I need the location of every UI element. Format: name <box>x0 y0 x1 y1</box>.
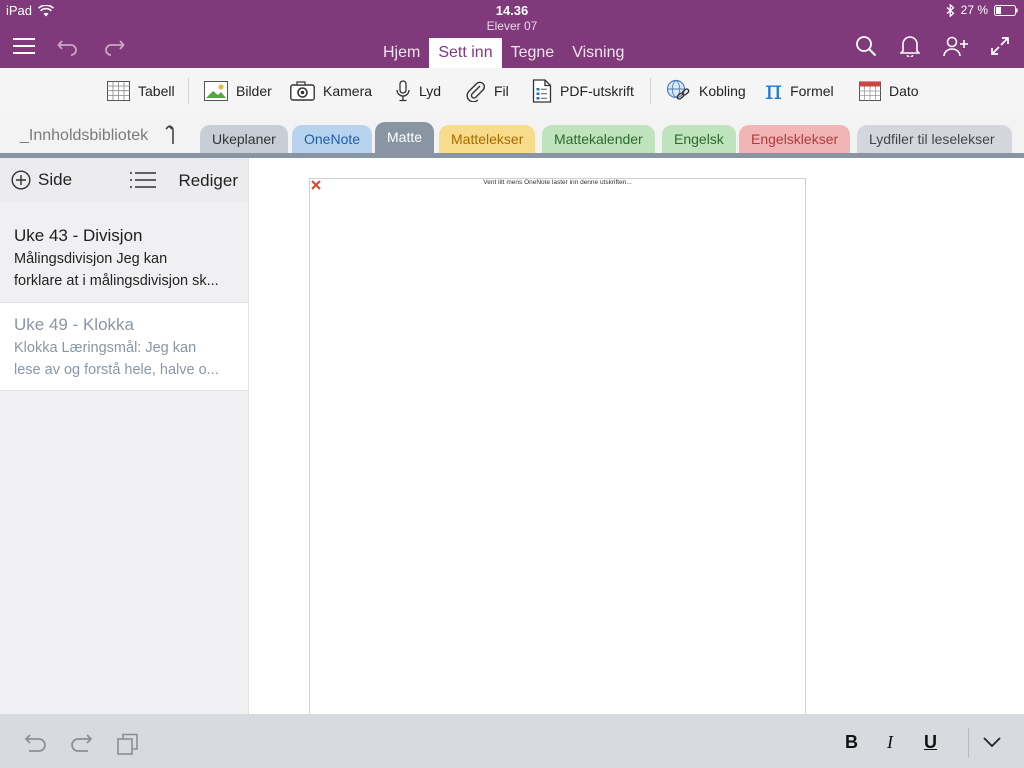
ribbon-divider <box>650 78 651 104</box>
tab-draw[interactable]: Tegne <box>502 38 564 68</box>
chevron-down-icon[interactable] <box>982 736 1002 748</box>
section-tab-ukeplaner[interactable]: Ukeplaner <box>200 125 288 153</box>
insert-camera-button[interactable]: Kamera <box>290 68 372 113</box>
section-tab-onenote[interactable]: OneNote <box>292 125 373 153</box>
audio-label: Lyd <box>419 82 442 99</box>
insert-date-button[interactable]: Dato <box>859 68 919 113</box>
section-group-name[interactable]: _Innholdsbibliotek <box>20 127 148 145</box>
microphone-icon <box>395 79 411 102</box>
clipboard-icon[interactable] <box>117 733 139 755</box>
table-label: Tabell <box>138 82 175 99</box>
page-snippet-line: forklare at i målingsdivisjon sk... <box>14 273 219 289</box>
redo-icon[interactable] <box>103 36 125 56</box>
notebook-subtitle: Elever 07 <box>486 19 538 33</box>
calendar-icon <box>859 81 881 101</box>
section-tab-mattekalender[interactable]: Mattekalender <box>542 125 655 153</box>
ribbon-divider <box>188 78 189 104</box>
pi-formula-icon: π <box>765 75 783 106</box>
formula-label: Formel <box>790 82 834 99</box>
tab-view[interactable]: Visning <box>563 38 633 68</box>
insert-audio-button[interactable]: Lyd <box>395 68 441 113</box>
edit-pages-button[interactable]: Rediger <box>178 171 238 191</box>
battery-icon <box>994 4 1018 16</box>
pdf-document-icon <box>532 78 552 103</box>
camera-label: Kamera <box>323 82 373 99</box>
page-item-uke49[interactable]: Uke 49 - Klokka Klokka Læringsmål: Jeg k… <box>0 303 248 391</box>
link-globe-icon <box>666 79 691 103</box>
insert-link-button[interactable]: Kobling <box>666 68 746 113</box>
section-tab-matte[interactable]: Matte <box>375 122 435 153</box>
link-label: Kobling <box>699 82 746 99</box>
battery-level: 27 % <box>960 3 988 17</box>
ribbon-tabs: Hjem Sett inn Tegne Visning <box>374 38 633 68</box>
page-snippet-line: lese av og forstå hele, halve o... <box>14 362 219 378</box>
undo-icon[interactable] <box>57 36 79 56</box>
section-tab-engelsk[interactable]: Engelsk <box>662 125 736 153</box>
back-arrow-icon[interactable] <box>165 124 179 146</box>
bottom-undo-icon[interactable] <box>25 733 47 753</box>
add-page-button[interactable]: Side <box>11 170 72 190</box>
menu-icon[interactable] <box>13 36 35 56</box>
bottom-toolbar: B I U <box>0 714 1024 768</box>
section-tab-engelsklekser[interactable]: Engelsklekser <box>739 125 851 153</box>
bluetooth-icon <box>946 3 955 17</box>
status-time: 14.36 <box>495 3 529 18</box>
section-tab-mattelekser[interactable]: Mattelekser <box>439 125 536 153</box>
bell-icon[interactable] <box>900 35 920 57</box>
insert-images-button[interactable]: Bilder <box>204 68 272 113</box>
paperclip-icon <box>466 80 486 102</box>
camera-icon <box>290 80 315 101</box>
search-icon[interactable] <box>855 35 877 57</box>
file-label: Fil <box>494 82 509 99</box>
toolbar-divider <box>968 728 969 758</box>
insert-formula-button[interactable]: π Formel <box>765 68 834 113</box>
date-label: Dato <box>889 82 919 99</box>
page-title: Uke 43 - Divisjon <box>14 226 143 245</box>
underline-button[interactable]: U <box>924 732 937 753</box>
page-snippet-line: Målingsdivisjon Jeg kan <box>14 251 168 267</box>
image-icon <box>204 80 228 101</box>
bottom-redo-icon[interactable] <box>70 733 92 753</box>
page-list-menu-icon[interactable] <box>130 171 156 189</box>
insert-file-button[interactable]: Fil <box>466 68 509 113</box>
page-snippet-line: Klokka Læringsmål: Jeg kan <box>14 340 197 356</box>
add-person-icon[interactable] <box>943 35 969 57</box>
app-header: iPad 14.36 Elever 07 27 % Hjem Sett inn … <box>0 0 1024 68</box>
bold-button[interactable]: B <box>845 732 858 753</box>
pdf-label: PDF-utskrift <box>560 82 634 99</box>
page-item-uke43[interactable]: Uke 43 - Divisjon Målingsdivisjon Jeg ka… <box>0 202 248 303</box>
italic-button[interactable]: I <box>887 732 893 753</box>
add-circle-icon <box>11 170 31 190</box>
page-title: Uke 49 - Klokka <box>14 315 134 334</box>
images-label: Bilder <box>236 82 272 99</box>
page-list-header: Side Rediger <box>0 158 248 202</box>
insert-ribbon: Tabell Bilder Kamera Lyd Fil PDF-utskrif… <box>0 68 1024 114</box>
add-page-label: Side <box>38 170 73 189</box>
printout-loading-text: Vent litt mens OneNote laster inn denne … <box>483 179 632 186</box>
status-right: 27 % <box>946 3 1018 17</box>
section-tab-lydfiler[interactable]: Lydfiler til leselekser <box>857 125 1012 153</box>
expand-icon[interactable] <box>990 36 1010 56</box>
tab-home[interactable]: Hjem <box>374 38 429 68</box>
insert-pdf-printout-button[interactable]: PDF-utskrift <box>532 68 634 113</box>
pdf-printout-frame[interactable]: Vent litt mens OneNote laster inn denne … <box>309 178 806 715</box>
insert-table-button[interactable]: Tabell <box>107 68 175 113</box>
table-icon <box>107 80 130 101</box>
tab-insert[interactable]: Sett inn <box>429 38 502 68</box>
